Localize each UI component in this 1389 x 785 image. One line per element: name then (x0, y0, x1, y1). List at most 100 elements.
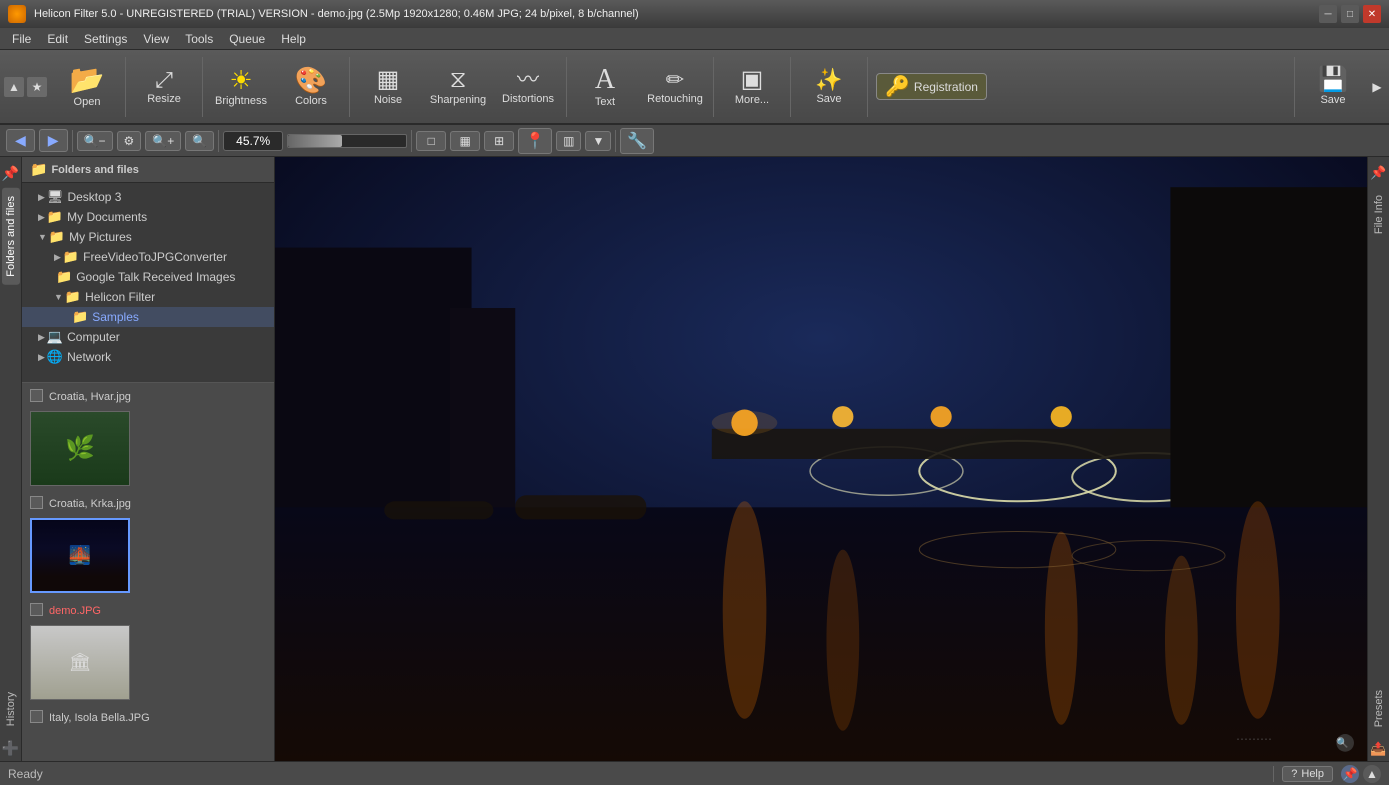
helicon-label: Helicon Filter (85, 290, 155, 304)
expand-freevideo-icon: ▶ (54, 252, 61, 263)
noise-button[interactable]: ▦ Noise (354, 53, 422, 121)
tools-button[interactable]: 🔧 (620, 128, 654, 154)
text-label: Text (595, 96, 615, 108)
menu-tools[interactable]: Tools (177, 30, 221, 48)
checkbox-demo[interactable] (30, 603, 43, 616)
pin-icon[interactable]: 📌 (0, 161, 23, 186)
tree-item-desktop[interactable]: ▶ 🖥 Desktop 3 (22, 187, 274, 207)
tree-item-helicon[interactable]: ▼ 📁 Helicon Filter (22, 287, 274, 307)
tree-item-mydocs[interactable]: ▶ 📁 My Documents (22, 207, 274, 227)
checkbox-croatia-hvar[interactable] (30, 389, 43, 402)
thumb-item-isola[interactable]: 🏛 (22, 621, 274, 704)
tb2-sep1 (72, 130, 73, 152)
tree-item-freevideo[interactable]: ▶ 📁 FreeVideoToJPGConverter (22, 247, 274, 267)
view-compare-button[interactable]: ⊞ (484, 131, 514, 151)
thumb-item-croatia-krka[interactable]: Croatia, Krka.jpg (22, 490, 274, 514)
zoom-out-button[interactable]: 🔍− (77, 131, 113, 151)
nav-star-icon[interactable]: ★ (27, 77, 47, 97)
toolbar-separator-2 (202, 57, 203, 117)
brightness-button[interactable]: ☀ Brightness (207, 53, 275, 121)
expand-mypictures-icon: ▼ (38, 232, 47, 242)
open-icon: 📂 (70, 66, 105, 94)
nav-up-icon[interactable]: ▲ (4, 77, 24, 97)
registration-button[interactable]: 🔑 Registration (876, 73, 987, 100)
sharpening-button[interactable]: ⧖ Sharpening (424, 53, 492, 121)
right-export-icon[interactable]: 📤 (1366, 737, 1389, 761)
tree-item-googletalk[interactable]: 📁 Google Talk Received Images (22, 267, 274, 287)
thumb-item-amsterdam[interactable]: 🌉 (22, 514, 274, 597)
mydocs-label: My Documents (67, 210, 147, 224)
bottom-nav-prev-button[interactable]: ▲ (1363, 765, 1381, 783)
nav-prev-button[interactable]: ◀ (6, 129, 35, 152)
thumb-item-demo[interactable]: demo.JPG (22, 597, 274, 621)
toolbar-expand-button[interactable]: ▶ (1369, 80, 1385, 94)
minimize-button[interactable]: ─ (1319, 5, 1337, 23)
menu-queue[interactable]: Queue (221, 30, 273, 48)
checkbox-italy[interactable] (30, 710, 43, 723)
tree-item-computer[interactable]: ▶ 💻 Computer (22, 327, 274, 347)
thumb-img-garden: 🌿 (30, 411, 130, 486)
tree-item-samples[interactable]: 📁 Samples (22, 307, 274, 327)
zoom-fit-button[interactable]: 🔍 (185, 131, 214, 151)
expand-button[interactable]: ▼ (585, 131, 611, 151)
toolbar-separator-6 (790, 57, 791, 117)
close-button[interactable]: ✕ (1363, 5, 1381, 23)
tree-item-network[interactable]: ▶ 🌐 Network (22, 347, 274, 367)
retouching-icon: ✏ (666, 69, 684, 91)
colors-button[interactable]: 🎨 Colors (277, 53, 345, 121)
folder-tree: ▶ 🖥 Desktop 3 ▶ 📁 My Documents ▼ 📁 My Pi… (22, 183, 274, 383)
frame-button[interactable]: ▣ More... (718, 53, 786, 121)
help-button[interactable]: ? Help (1282, 766, 1333, 782)
right-pin-icon[interactable]: 📌 (1366, 161, 1389, 185)
zoom-settings-button[interactable]: ⚙ (117, 131, 142, 151)
zoom-slider-fill (288, 135, 342, 147)
toolbar-separator (125, 57, 126, 117)
file-info-tab[interactable]: File Info (1370, 187, 1388, 242)
menu-file[interactable]: File (4, 30, 39, 48)
retouching-button[interactable]: ✏ Retouching (641, 53, 709, 121)
network-label: Network (67, 350, 111, 364)
svg-text:🔍: 🔍 (1336, 736, 1348, 749)
text-button[interactable]: A Text (571, 53, 639, 121)
resize-button[interactable]: ⤢ Resize (130, 53, 198, 121)
history-tab[interactable]: History (2, 684, 20, 734)
add-icon[interactable]: ➕ (0, 736, 23, 761)
thumb-item-garden[interactable]: 🌿 (22, 407, 274, 490)
thumb-item-italy[interactable]: Italy, Isola Bella.JPG (22, 704, 274, 728)
colors-label: Colors (295, 95, 327, 107)
noise-icon: ▦ (377, 68, 400, 92)
toolbar-separator-3 (349, 57, 350, 117)
thumb-item-croatia-hvar[interactable]: Croatia, Hvar.jpg (22, 383, 274, 407)
location-pin-button[interactable]: 📍 (518, 128, 552, 154)
expand-helicon-icon: ▼ (54, 292, 63, 302)
thumbnail-list: Croatia, Hvar.jpg 🌿 Croatia, Krka.jpg 🌉 (22, 383, 274, 761)
menu-edit[interactable]: Edit (39, 30, 76, 48)
menu-view[interactable]: View (135, 30, 177, 48)
registration-label: Registration (914, 80, 978, 94)
save-button[interactable]: 💾 Save (1299, 53, 1367, 121)
zoom-in-button[interactable]: 🔍+ (145, 131, 181, 151)
menu-bar: File Edit Settings View Tools Queue Help (0, 28, 1389, 50)
svg-text:⋯⋯⋯: ⋯⋯⋯ (1236, 732, 1272, 746)
distortions-button[interactable]: 〰 Distortions (494, 53, 562, 121)
freevideo-folder-icon: 📁 (63, 249, 79, 265)
folders-files-tab[interactable]: Folders and files (2, 188, 20, 285)
menu-help[interactable]: Help (273, 30, 314, 48)
bottom-nav-up-button[interactable]: 📌 (1341, 765, 1359, 783)
view-option-button[interactable]: ▥ (556, 131, 581, 151)
more-button[interactable]: ✨ Save (795, 53, 863, 121)
menu-settings[interactable]: Settings (76, 30, 135, 48)
view-mode-button[interactable]: □ (416, 131, 446, 151)
nav-next-button[interactable]: ▶ (39, 129, 68, 152)
maximize-button[interactable]: □ (1341, 5, 1359, 23)
checkbox-croatia-krka[interactable] (30, 496, 43, 509)
zoom-slider[interactable] (287, 134, 407, 148)
frame-label: More... (735, 94, 769, 106)
presets-tab[interactable]: Presets (1370, 682, 1388, 735)
mydocs-folder-icon: 📁 (47, 209, 63, 225)
tree-item-mypictures[interactable]: ▼ 📁 My Pictures (22, 227, 274, 247)
expand-network-icon: ▶ (38, 352, 45, 363)
view-mode-button2[interactable]: ▦ (450, 131, 480, 151)
thumb-img-isola: 🏛 (30, 625, 130, 700)
open-button[interactable]: 📂 Open (53, 53, 121, 121)
